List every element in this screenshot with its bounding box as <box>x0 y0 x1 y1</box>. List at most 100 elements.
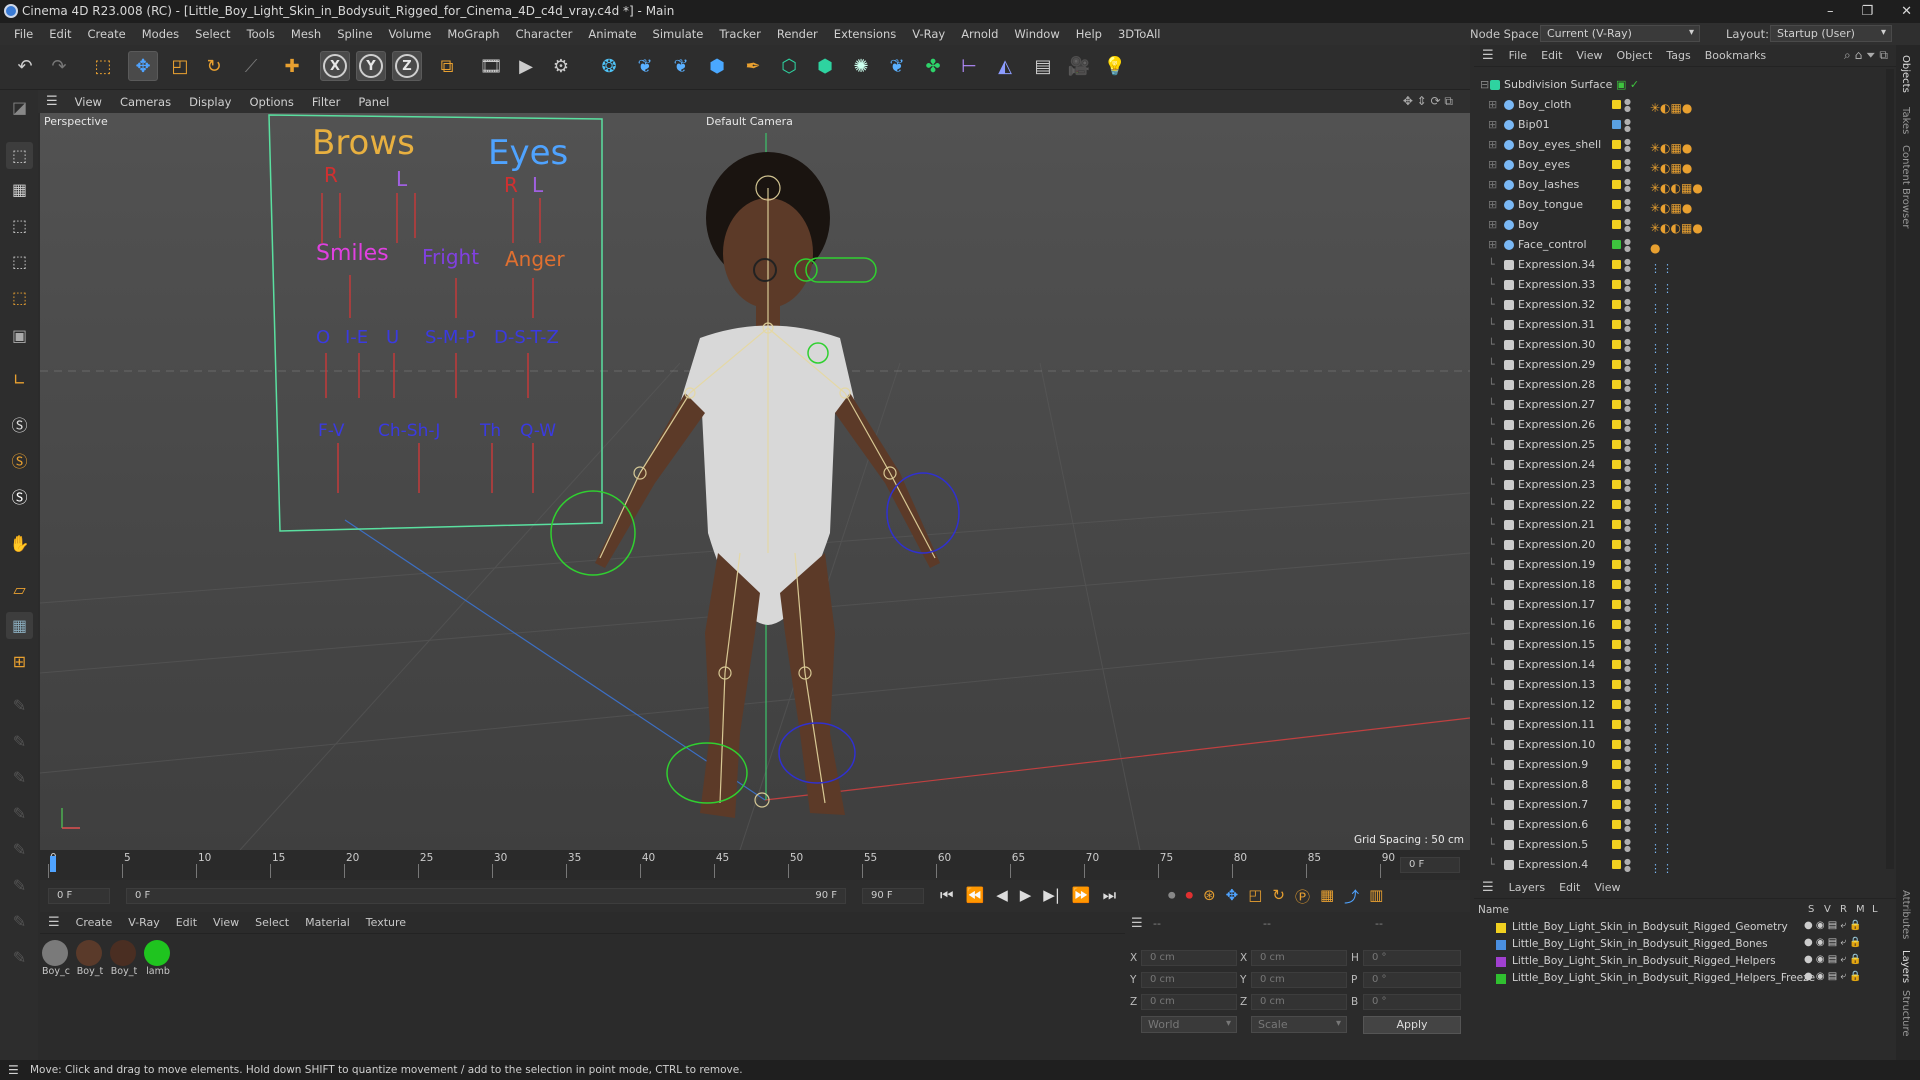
visibility-dots-icon[interactable]: ● ● <box>1624 458 1631 473</box>
viewport-menu-cameras[interactable]: Cameras <box>111 95 180 109</box>
layer-row[interactable]: Little_Boy_Light_Skin_in_Bodysuit_Rigged… <box>1474 953 1894 970</box>
object-row[interactable]: ⊞ Boy_eyes ● ● ✳◐▦● <box>1474 155 1884 176</box>
x-axis-lock-button[interactable]: X <box>320 51 350 81</box>
snap-settings-icon[interactable]: Ⓢ <box>6 446 33 473</box>
apply-button[interactable]: Apply <box>1363 1016 1461 1034</box>
menu-extensions[interactable]: Extensions <box>826 27 904 41</box>
workplane-snap-icon[interactable]: Ⓢ <box>6 482 33 509</box>
brush-icon-8[interactable]: ✎ <box>6 944 33 971</box>
redo-icon[interactable]: ↷ <box>44 51 74 81</box>
object-row[interactable]: └ Expression.13 ● ● ⋮⋮ <box>1474 675 1884 696</box>
current-frame-field[interactable]: 0 F <box>1400 857 1460 873</box>
start-frame-field[interactable]: 0 F <box>48 888 110 904</box>
visibility-dots-icon[interactable]: ● ● <box>1624 418 1631 433</box>
layer-color-swatch[interactable] <box>1612 760 1621 769</box>
extrude-generator-icon[interactable]: ⬢ <box>810 51 840 81</box>
frame-range-slider[interactable]: 0 F 90 F <box>126 888 846 904</box>
world-axis-icon[interactable]: ✚ <box>277 51 307 81</box>
object-row[interactable]: ⊞ Boy_cloth ● ● ✳◐▦● <box>1474 95 1884 116</box>
menu-modes[interactable]: Modes <box>134 27 187 41</box>
layer-color-swatch[interactable] <box>1612 440 1621 449</box>
viewport-menu-view[interactable]: View <box>66 95 111 109</box>
layer-color-swatch[interactable] <box>1496 957 1506 967</box>
object-row[interactable]: └ Expression.23 ● ● ⋮⋮ <box>1474 475 1884 496</box>
tab-content-browser[interactable]: Content Browser <box>1900 145 1911 228</box>
object-row[interactable]: └ Expression.32 ● ● ⋮⋮ <box>1474 295 1884 316</box>
layer-color-swatch[interactable] <box>1612 600 1621 609</box>
visibility-dots-icon[interactable]: ● ● <box>1624 278 1631 293</box>
material-swatch[interactable]: Boy_t <box>76 940 104 977</box>
layer-color-swatch[interactable] <box>1612 680 1621 689</box>
visibility-dots-icon[interactable]: ● ● <box>1624 358 1631 373</box>
layer-color-swatch[interactable] <box>1612 700 1621 709</box>
layer-flags-icons[interactable]: ● ◉ ▤ ⤶ 🔒 <box>1804 920 1862 931</box>
layer-menu-view[interactable]: View <box>1587 881 1627 894</box>
menu-select[interactable]: Select <box>187 27 238 41</box>
scale-key-icon[interactable]: ◰ <box>1248 886 1262 907</box>
tab-takes[interactable]: Takes <box>1900 107 1911 134</box>
object-row[interactable]: ⊞ Boy_tongue ● ● ✳◐▦● <box>1474 195 1884 216</box>
visibility-dots-icon[interactable]: ● ● <box>1624 778 1631 793</box>
object-row[interactable]: ⊞ Bip01 ● ● <box>1474 115 1884 135</box>
object-row[interactable]: └ Expression.8 ● ● ⋮⋮ <box>1474 775 1884 796</box>
object-row[interactable]: └ Expression.4 ● ● ⋮⋮ <box>1474 855 1884 876</box>
visibility-dots-icon[interactable]: ● ● <box>1624 218 1631 233</box>
recent-tool-icon[interactable]: ⟋ <box>236 51 266 81</box>
menu-character[interactable]: Character <box>508 27 581 41</box>
visibility-dots-icon[interactable]: ● ● <box>1624 318 1631 333</box>
layer-color-swatch[interactable] <box>1612 840 1621 849</box>
visibility-dots-icon[interactable]: ● ● <box>1624 798 1631 813</box>
size-y-field[interactable]: 0 cm <box>1251 972 1347 988</box>
menu-vray[interactable]: V-Ray <box>904 27 953 41</box>
object-row[interactable]: └ Expression.26 ● ● ⋮⋮ <box>1474 415 1884 436</box>
obj-menu-tags[interactable]: Tags <box>1659 49 1697 62</box>
menu-arnold[interactable]: Arnold <box>953 27 1006 41</box>
brush-icon-2[interactable]: ✎ <box>6 728 33 755</box>
visibility-dots-icon[interactable]: ● ● <box>1624 118 1631 133</box>
object-row[interactable]: └ Expression.7 ● ● ⋮⋮ <box>1474 795 1884 816</box>
mat-menu-select[interactable]: Select <box>247 916 297 929</box>
mat-menu-vray[interactable]: V-Ray <box>120 916 168 929</box>
layer-color-swatch[interactable] <box>1612 220 1621 229</box>
timeline-ruler[interactable]: 051015202530354045505560657075808590 0 F <box>40 850 1470 880</box>
object-row[interactable]: ⊞ Face_control ● ● ● <box>1474 235 1884 256</box>
object-row[interactable]: └ Expression.11 ● ● ⋮⋮ <box>1474 715 1884 736</box>
parameter-key-icon[interactable]: Ⓟ <box>1295 886 1310 907</box>
menu-create[interactable]: Create <box>80 27 134 41</box>
viewport-perspective[interactable]: Perspective Default Camera Grid Spacing … <box>40 113 1470 850</box>
pen-spline-icon[interactable]: ✒ <box>738 51 768 81</box>
layer-color-swatch[interactable] <box>1612 800 1621 809</box>
visibility-dots-icon[interactable]: ● ● <box>1624 138 1631 153</box>
autokey-icon[interactable]: ⏺ <box>1186 886 1194 907</box>
cube-primitive-icon[interactable]: ⬢ <box>702 51 732 81</box>
menu-simulate[interactable]: Simulate <box>645 27 712 41</box>
layer-color-swatch[interactable] <box>1612 500 1621 509</box>
layer-color-swatch[interactable] <box>1612 100 1621 109</box>
object-row[interactable]: └ Expression.25 ● ● ⋮⋮ <box>1474 435 1884 456</box>
menu-render[interactable]: Render <box>769 27 826 41</box>
object-row[interactable]: └ Expression.16 ● ● ⋮⋮ <box>1474 615 1884 636</box>
viewport-nav-icons[interactable]: ✥ ⇕ ⟳ ⧉ <box>1394 94 1462 109</box>
move-tool-icon[interactable]: ✥ <box>128 51 158 81</box>
layer-color-swatch[interactable] <box>1612 180 1621 189</box>
xpresso-tag-icon[interactable]: ⋮⋮ <box>1650 859 1674 879</box>
object-row[interactable]: └ Expression.28 ● ● ⋮⋮ <box>1474 375 1884 396</box>
object-row[interactable]: └ Expression.15 ● ● ⋮⋮ <box>1474 635 1884 656</box>
material-swatch[interactable]: Boy_c <box>42 940 70 977</box>
visibility-dots-icon[interactable]: ● ● <box>1624 158 1631 173</box>
position-key-icon[interactable]: ✥ <box>1226 886 1239 907</box>
object-row[interactable]: └ Expression.12 ● ● ⋮⋮ <box>1474 695 1884 716</box>
menu-volume[interactable]: Volume <box>381 27 440 41</box>
tab-structure[interactable]: Structure <box>1900 990 1911 1037</box>
object-row[interactable]: └ Expression.30 ● ● ⋮⋮ <box>1474 335 1884 356</box>
menu-edit[interactable]: Edit <box>41 27 79 41</box>
layer-flags-icons[interactable]: ● ◉ ▤ ⤶ 🔒 <box>1804 971 1862 982</box>
layer-color-swatch[interactable] <box>1612 560 1621 569</box>
material-swatch[interactable]: lamb <box>144 940 172 977</box>
live-selection-icon[interactable]: ⬚ <box>88 51 118 81</box>
next-key-icon[interactable]: ⏩ <box>1072 886 1091 904</box>
visibility-dots-icon[interactable]: ● ● <box>1624 618 1631 633</box>
mat-menu-texture[interactable]: Texture <box>358 916 414 929</box>
visibility-dots-icon[interactable]: ● ● <box>1624 378 1631 393</box>
undo-icon[interactable]: ↶ <box>10 51 40 81</box>
